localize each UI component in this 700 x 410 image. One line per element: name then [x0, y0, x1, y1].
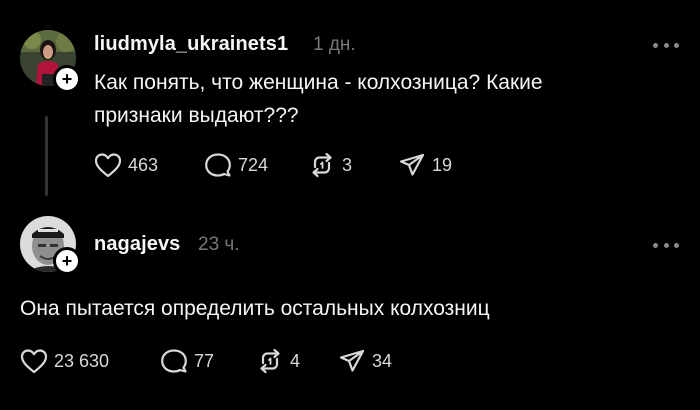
like-count: 23 630	[54, 350, 110, 371]
post-1: + liudmyla_ukrainets1 1 дн. Как понять, …	[0, 0, 700, 205]
timestamp[interactable]: 1 дн.	[313, 34, 356, 56]
like-button[interactable]: 463	[94, 152, 204, 178]
heart-icon	[94, 153, 122, 178]
comment-icon	[205, 153, 231, 177]
like-count: 463	[128, 154, 159, 175]
share-button[interactable]: 34	[338, 348, 418, 374]
post-2: + nagajevs 23 ч. Она пытается определить…	[0, 205, 700, 410]
repost-icon	[260, 348, 280, 374]
plus-icon: +	[61, 69, 73, 89]
timestamp[interactable]: 23 ч.	[198, 234, 240, 256]
action-bar: 463 724 3 19	[94, 152, 478, 178]
post-text: Она пытается определить остальных колхоз…	[20, 297, 490, 320]
follow-plus-icon[interactable]: +	[53, 65, 81, 93]
share-icon	[339, 349, 365, 372]
share-count: 19	[432, 154, 453, 175]
thread-line	[45, 116, 48, 196]
follow-plus-icon[interactable]: +	[53, 247, 81, 275]
more-icon[interactable]	[653, 40, 679, 50]
comment-icon	[161, 349, 187, 373]
repost-icon	[312, 152, 332, 178]
repost-button[interactable]: 3	[308, 152, 398, 178]
share-button[interactable]: 19	[398, 152, 478, 178]
username[interactable]: nagajevs	[94, 233, 180, 256]
username[interactable]: liudmyla_ukrainets1	[94, 33, 288, 56]
comment-button[interactable]: 724	[204, 152, 308, 178]
action-bar: 23 630 77 4 34	[20, 348, 418, 374]
like-button[interactable]: 23 630	[20, 348, 160, 374]
comment-button[interactable]: 77	[160, 348, 256, 374]
share-icon	[399, 153, 425, 176]
share-count: 34	[372, 350, 393, 371]
comment-count: 77	[194, 350, 215, 371]
more-icon[interactable]	[653, 240, 679, 250]
comment-count: 724	[238, 154, 269, 175]
post-text: Как понять, что женщина - колхозница? Ка…	[94, 71, 543, 127]
repost-count: 3	[342, 154, 353, 175]
plus-icon: +	[61, 251, 73, 271]
repost-button[interactable]: 4	[256, 348, 338, 374]
repost-count: 4	[290, 350, 301, 371]
heart-icon	[20, 349, 48, 374]
